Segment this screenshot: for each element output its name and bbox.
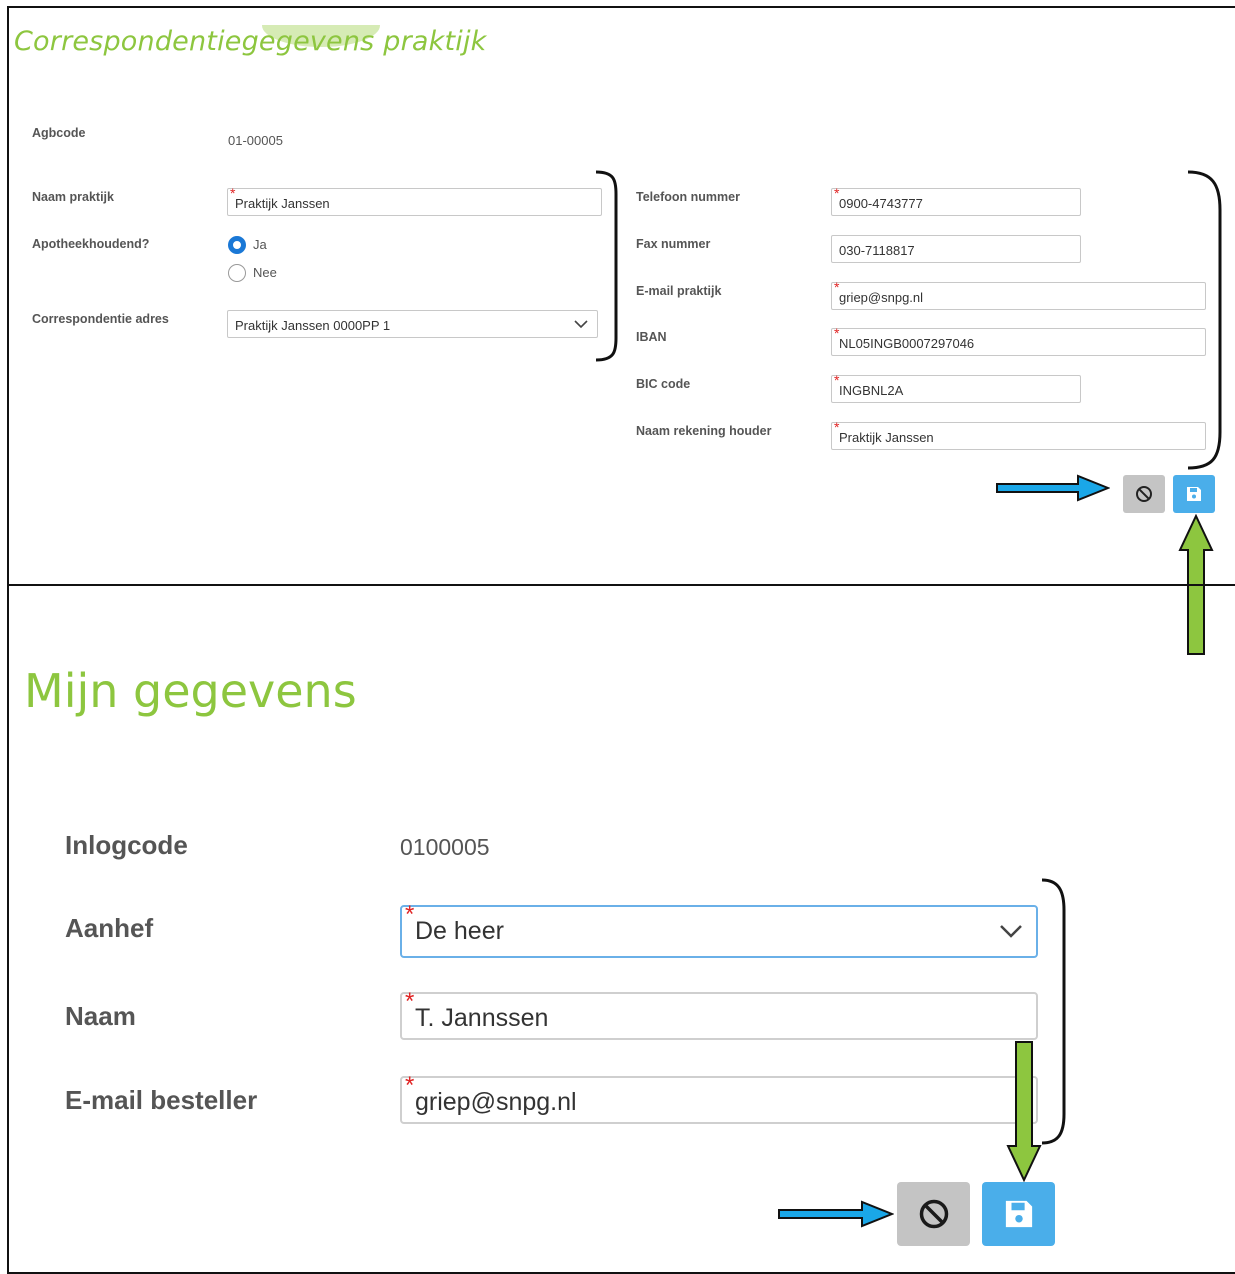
naam-praktijk-label: Naam praktijk xyxy=(32,190,114,204)
telefoon-label: Telefoon nummer xyxy=(636,190,740,204)
radio-ja[interactable] xyxy=(228,236,246,254)
save-icon xyxy=(1187,487,1201,501)
fax-input[interactable]: 030-7118817 xyxy=(831,235,1081,263)
chevron-down-icon xyxy=(1000,925,1022,938)
cancel-button-small[interactable] xyxy=(1123,475,1165,513)
cancel-icon xyxy=(919,1199,948,1229)
radio-ja-label: Ja xyxy=(253,237,267,252)
required-marker: * xyxy=(834,372,840,388)
naam-input[interactable]: * T. Jannssen xyxy=(400,988,1038,1040)
aanhef-select[interactable]: * De heer xyxy=(400,901,1038,958)
email-praktijk-label: E-mail praktijk xyxy=(636,284,722,298)
rekening-houder-input[interactable]: * Praktijk Janssen xyxy=(831,419,1206,450)
rekening-houder-value: Praktijk Janssen xyxy=(839,430,934,445)
correspondentie-adres-value: Praktijk Janssen 0000PP 1 xyxy=(235,318,391,333)
naam-praktijk-value: Praktijk Janssen xyxy=(235,196,330,211)
email-besteller-label: E-mail besteller xyxy=(65,1085,258,1115)
required-marker: * xyxy=(834,185,840,201)
apotheekhoudend-label: Apotheekhoudend? xyxy=(32,237,150,251)
radio-nee-label: Nee xyxy=(253,265,277,280)
aanhef-value: De heer xyxy=(415,917,504,945)
telefoon-value: 0900-4743777 xyxy=(839,196,923,211)
naam-praktijk-input[interactable]: * Praktijk Janssen xyxy=(227,185,602,216)
email-praktijk-value: griep@snpg.nl xyxy=(839,290,924,305)
cancel-button[interactable] xyxy=(897,1182,970,1246)
aanhef-label: Aanhef xyxy=(65,913,154,943)
telefoon-input[interactable]: * 0900-4743777 xyxy=(831,185,1081,216)
bic-label: BIC code xyxy=(636,377,691,391)
required-marker: * xyxy=(834,279,840,295)
required-marker: * xyxy=(405,901,415,928)
blue-arrow-pointer xyxy=(778,1200,894,1228)
email-praktijk-input[interactable]: * griep@snpg.nl xyxy=(831,279,1206,310)
fax-label: Fax nummer xyxy=(636,237,711,251)
required-marker: * xyxy=(834,325,840,341)
email-besteller-input[interactable]: * griep@snpg.nl xyxy=(400,1072,1038,1124)
blue-arrow-pointer xyxy=(996,474,1110,502)
bic-value: INGBNL2A xyxy=(839,383,904,398)
mine-title: Mijn gegevens xyxy=(24,664,357,718)
radio-nee[interactable] xyxy=(228,264,246,282)
naam-value: T. Jannssen xyxy=(415,1004,549,1032)
save-button-small[interactable] xyxy=(1173,475,1215,513)
required-marker: * xyxy=(230,185,236,201)
iban-input[interactable]: * NL05INGB0007297046 xyxy=(831,325,1206,356)
bracket-bottom-group xyxy=(1041,878,1066,1145)
inlogcode-label: Inlogcode xyxy=(65,830,188,860)
correspondentie-adres-select[interactable]: Praktijk Janssen 0000PP 1 xyxy=(227,310,598,338)
iban-value: NL05INGB0007297046 xyxy=(839,336,975,351)
required-marker: * xyxy=(405,988,415,1015)
iban-label: IBAN xyxy=(636,330,667,344)
save-icon xyxy=(1005,1200,1032,1228)
agbcode-value: 01-00005 xyxy=(228,133,283,148)
cancel-icon xyxy=(1136,486,1152,502)
agbcode-label: Agbcode xyxy=(32,126,86,140)
bracket-right-group xyxy=(1187,170,1222,470)
chevron-down-icon xyxy=(574,320,588,329)
bracket-left-group xyxy=(595,170,618,362)
fax-value: 030-7118817 xyxy=(839,243,915,258)
required-marker: * xyxy=(834,419,840,435)
email-besteller-value: griep@snpg.nl xyxy=(415,1088,577,1116)
save-button[interactable] xyxy=(982,1182,1055,1246)
bic-input[interactable]: * INGBNL2A xyxy=(831,372,1081,403)
required-marker: * xyxy=(405,1072,415,1099)
inlogcode-value: 0100005 xyxy=(400,834,490,860)
correspondentie-adres-label: Correspondentie adres xyxy=(32,312,169,326)
green-arrow-pointer-down xyxy=(1006,1041,1042,1182)
rekening-houder-label: Naam rekening houder xyxy=(636,424,772,438)
practice-title: Correspondentiegegevens praktijk xyxy=(14,26,487,57)
naam-label: Naam xyxy=(65,1001,136,1031)
